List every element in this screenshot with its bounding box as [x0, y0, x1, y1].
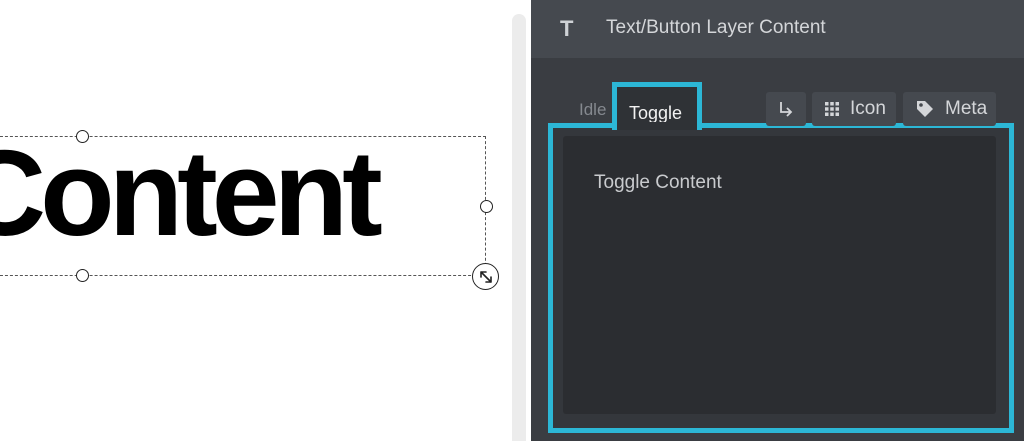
selection-box — [0, 136, 486, 276]
tab-idle[interactable]: Idle — [579, 100, 606, 120]
icon-button-label: Icon — [850, 98, 886, 119]
top-handle[interactable] — [76, 130, 89, 143]
resize-handle[interactable] — [472, 263, 499, 290]
grid-icon — [824, 101, 840, 117]
icon-button[interactable]: Icon — [812, 92, 896, 126]
resize-diagonal-icon — [479, 270, 492, 283]
content-editor[interactable]: Toggle Content — [563, 136, 996, 414]
scrollbar-strip[interactable] — [512, 14, 526, 441]
editor-text: Toggle Content — [594, 172, 722, 193]
bottom-handle[interactable] — [76, 269, 89, 282]
tag-icon — [915, 99, 935, 119]
meta-button[interactable]: Meta — [903, 92, 996, 126]
panel-title: Text/Button Layer Content — [606, 17, 826, 38]
canvas-area: Content — [0, 0, 512, 441]
panel-header: T Text/Button Layer Content — [531, 0, 1024, 58]
right-handle[interactable] — [480, 200, 493, 213]
meta-button-label: Meta — [945, 98, 988, 119]
tab-connector — [617, 122, 697, 130]
text-type-icon: T — [560, 16, 574, 41]
link-button[interactable] — [766, 92, 806, 126]
tab-toggle-label: Toggle — [629, 103, 683, 123]
return-arrow-icon — [780, 102, 793, 117]
